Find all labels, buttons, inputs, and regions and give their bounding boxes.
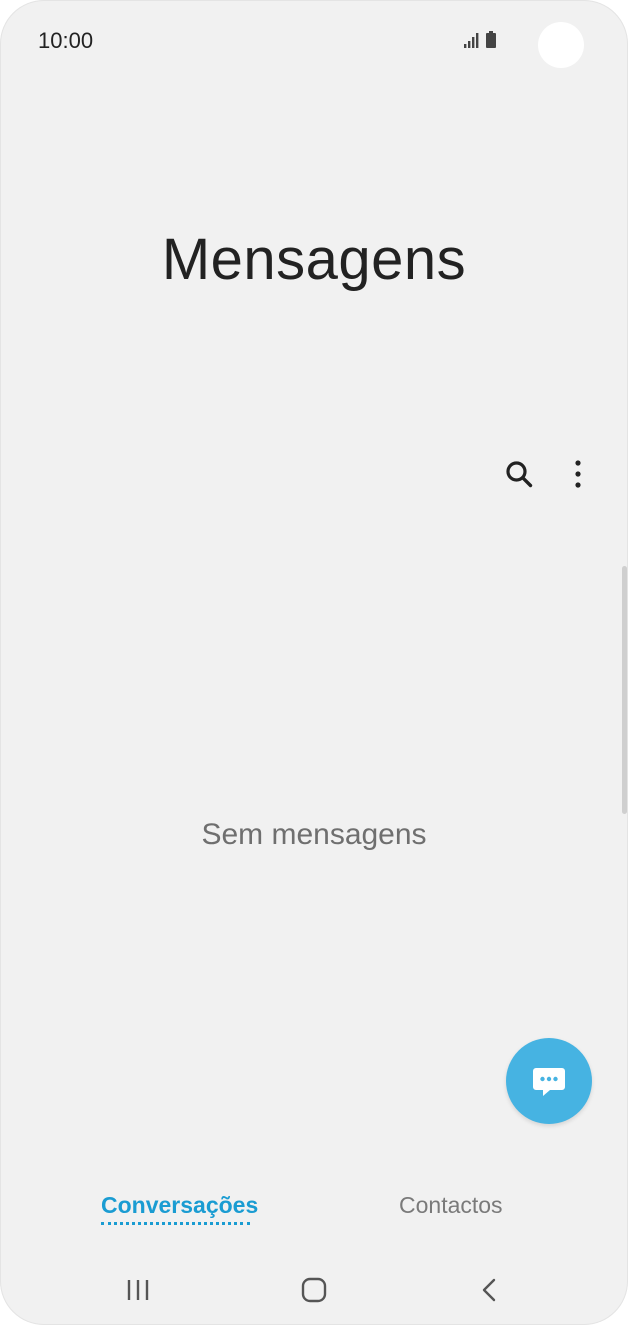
empty-state-text: Sem mensagens [201,818,427,851]
back-icon [482,1278,496,1302]
tab-conversations[interactable]: Conversações [101,1192,258,1219]
phone-screen: 10:00 Mensagens Sem mensagens Conversaçõ… [0,0,628,1325]
status-time: 10:00 [38,28,94,53]
battery-icon [486,31,496,48]
recents-icon [127,1280,149,1300]
search-button[interactable] [500,455,538,493]
new-message-button[interactable] [506,1038,592,1124]
search-icon [506,461,533,488]
new-message-icon [533,1068,565,1096]
scrollbar[interactable] [622,566,627,814]
camera-cutout [538,22,584,68]
home-button[interactable] [284,1262,344,1318]
more-options-button[interactable] [562,455,594,493]
more-options-icon [575,460,581,488]
signal-icon [464,31,496,48]
back-button[interactable] [460,1262,520,1318]
active-tab-indicator [101,1222,250,1225]
tab-contacts[interactable]: Contactos [399,1192,503,1219]
home-icon [301,1277,327,1303]
page-title: Mensagens [161,227,467,292]
recents-button[interactable] [108,1262,168,1318]
navigation-bar [0,1262,628,1318]
status-icons [462,28,504,52]
